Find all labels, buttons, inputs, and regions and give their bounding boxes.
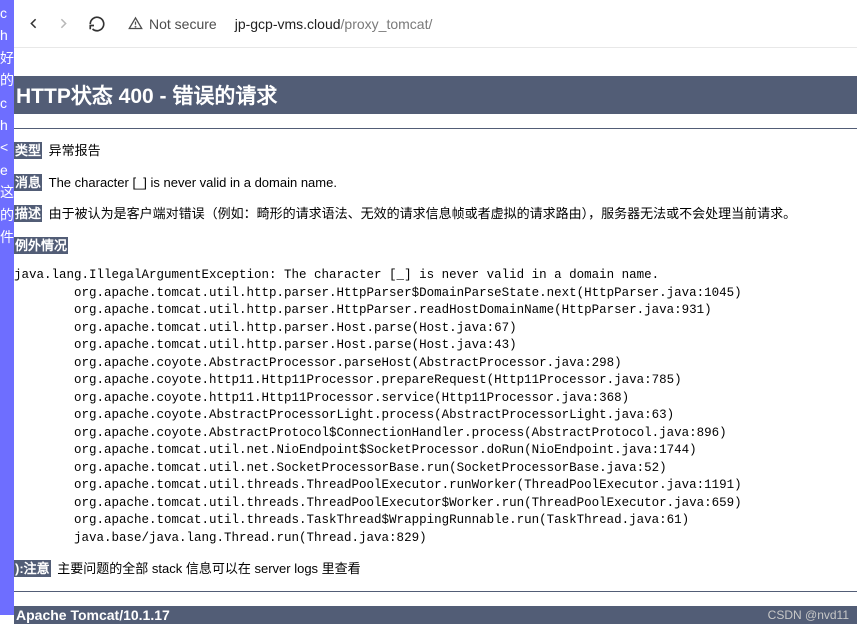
browser-toolbar: Not secure jp-gcp-vms.cloud/proxy_tomcat… xyxy=(0,0,857,48)
status-header: HTTP状态 400 - 错误的请求 xyxy=(14,76,857,114)
reload-button[interactable] xyxy=(88,15,106,33)
divider xyxy=(14,128,857,129)
type-text: 异常报告 xyxy=(49,143,101,158)
stack-trace: java.lang.IllegalArgumentException: The … xyxy=(14,267,857,547)
left-cropped-strip: c h 好 的 c h < e 这 的 件 xyxy=(0,0,14,615)
type-label: 类型 xyxy=(14,142,42,159)
description-label: 描述 xyxy=(14,205,42,222)
note-text: 主要问题的全部 stack 信息可以在 server logs 里查看 xyxy=(57,561,360,576)
exception-label-row: 例外情况 xyxy=(14,236,857,256)
page-content: HTTP状态 400 - 错误的请求 类型 异常报告 消息 The charac… xyxy=(0,76,857,624)
message-label: 消息 xyxy=(14,174,42,191)
security-label: Not secure xyxy=(149,16,217,32)
message-text: The character [_] is never valid in a do… xyxy=(49,175,337,190)
message-row: 消息 The character [_] is never valid in a… xyxy=(14,173,857,193)
type-row: 类型 异常报告 xyxy=(14,141,857,161)
description-text: 由于被认为是客户端对错误（例如：畸形的请求语法、无效的请求信息帧或者虚拟的请求路… xyxy=(49,206,797,221)
note-row: ):注意 主要问题的全部 stack 信息可以在 server logs 里查看 xyxy=(14,559,857,579)
url-path: /proxy_tomcat/ xyxy=(341,16,433,32)
not-secure-icon xyxy=(128,16,143,31)
url-domain: jp-gcp-vms.cloud xyxy=(235,16,341,32)
divider xyxy=(14,591,857,592)
note-label: ):注意 xyxy=(14,560,51,577)
forward-button[interactable] xyxy=(54,15,72,33)
exception-label: 例外情况 xyxy=(14,237,68,254)
description-row: 描述 由于被认为是客户端对错误（例如：畸形的请求语法、无效的请求信息帧或者虚拟的… xyxy=(14,204,857,224)
security-indicator[interactable]: Not secure xyxy=(128,16,217,32)
address-bar[interactable]: jp-gcp-vms.cloud/proxy_tomcat/ xyxy=(235,16,433,32)
back-button[interactable] xyxy=(24,15,42,33)
